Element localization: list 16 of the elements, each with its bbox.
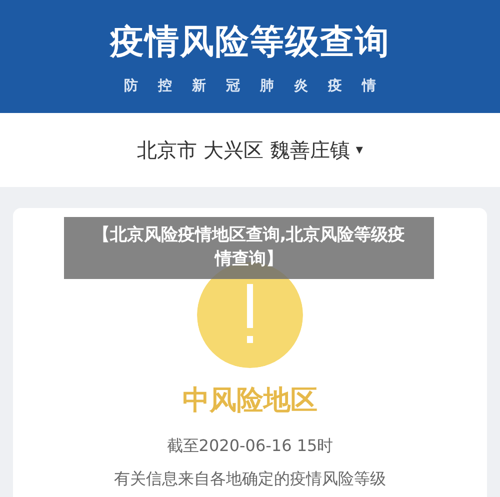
subtitle-character: 控 bbox=[158, 76, 172, 94]
caret-icon[interactable]: ▾ bbox=[356, 142, 363, 158]
subtitle-character: 肺 bbox=[260, 76, 274, 94]
subtitle-character: 炎 bbox=[294, 76, 308, 94]
subtitle-character: 疫 bbox=[328, 76, 342, 94]
source-note: 有关信息来自各地确定的疫情风险等级 bbox=[114, 469, 386, 490]
subtitle-character: 情 bbox=[362, 76, 376, 94]
subtitle-character: 防 bbox=[124, 76, 138, 94]
location-bar[interactable]: 北京市 大兴区 魏善庄镇 ▾ bbox=[0, 113, 500, 187]
subtitle-character: 冠 bbox=[226, 76, 240, 94]
update-time: 截至2020-06-16 15时 bbox=[166, 436, 334, 457]
subtitle-character: 新 bbox=[192, 76, 206, 94]
location-text[interactable]: 北京市 大兴区 魏善庄镇 bbox=[137, 136, 350, 164]
page-title: 疫情风险等级查询 bbox=[110, 20, 390, 64]
risk-level: 中风险地区 bbox=[182, 384, 318, 418]
caption-banner: 【北京风险疫情地区查询,北京风险等级疫情查询】 bbox=[64, 217, 434, 279]
